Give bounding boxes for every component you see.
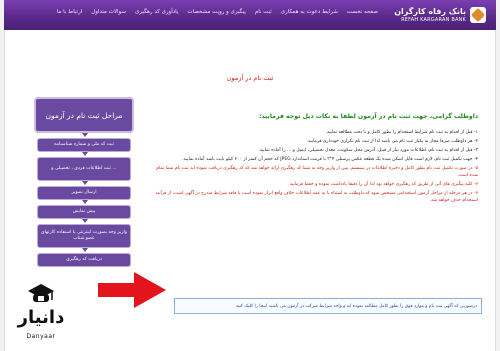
nav-tracking[interactable]: پیگیری و رویت مشخصات bbox=[187, 9, 245, 15]
nav-register[interactable]: ثبت نام bbox=[255, 9, 272, 15]
watermark-text-fa: دانیار bbox=[17, 307, 65, 328]
nav-code-reminder[interactable]: یادآوری کد رهگیری bbox=[135, 9, 178, 15]
step-item: ثبت اطلاعات فردی ، تحصیلی و ... bbox=[37, 157, 131, 181]
page-title: ثبت نام در آزمون bbox=[226, 74, 274, 82]
step-item: واریز وجه بصورت اینترنتی با استفاده کارت… bbox=[37, 224, 131, 248]
logo-text: بانک رفاه کارگران REFAH KARGARAN BANK bbox=[394, 7, 466, 24]
step-arrow-icon bbox=[82, 248, 88, 252]
nav-home[interactable]: صفحه نخست bbox=[347, 9, 378, 15]
step-arrow-icon bbox=[82, 181, 88, 185]
step-item: پیش نمایش bbox=[37, 205, 131, 219]
instruction-rule: ۴- جهت تکمیل ثبت نام، لازم است فایل اسکن… bbox=[182, 157, 478, 163]
steps-heading: مراحل ثبت نام در آزمون bbox=[34, 97, 134, 133]
registration-steps: مراحل ثبت نام در آزمون ثبت کد ملی و شمار… bbox=[34, 97, 134, 287]
nav-conditions[interactable]: شرایط دعوت به همکاری bbox=[281, 9, 338, 15]
nav-faq[interactable]: سوالات متداول bbox=[91, 9, 126, 15]
step-item: دریافت کد رهگیری bbox=[37, 253, 131, 267]
watermark-logo: دانیار Danyaar bbox=[10, 283, 72, 347]
step-arrow-icon bbox=[82, 152, 88, 156]
instruction-rule: ۷- در هر مرحله از مراحل آزمون استخدامی م… bbox=[155, 191, 478, 203]
instruction-rule: ۱- قبل از اقدام به ثبت نام شرایط استخدام… bbox=[325, 130, 478, 135]
step-arrow-icon bbox=[82, 200, 88, 204]
step-arrow-icon bbox=[82, 133, 88, 137]
nav-contact[interactable]: ارتباط با ما bbox=[57, 9, 82, 15]
site-header: بانک رفاه کارگران REFAH KARGARAN BANK صف… bbox=[4, 0, 496, 30]
register-confirm-link[interactable]: درصورتی که آگهی ثبت نام و موارد فوق را ب… bbox=[174, 298, 482, 314]
instruction-rule: ۲- هر داوطلب صرفا مجاز به یکبار ثبت نام … bbox=[306, 139, 478, 145]
page: بانک رفاه کارگران REFAH KARGARAN BANK صف… bbox=[0, 0, 500, 351]
instruction-rule: ۵- در صورت تکمیل ثبت نام بطور کامل و ذخی… bbox=[156, 166, 478, 178]
step-arrow-icon bbox=[82, 219, 88, 223]
step-item: ارسال تصویر bbox=[37, 186, 131, 200]
main-nav: صفحه نخست شرایط دعوت به همکاری ثبت نام پ… bbox=[57, 9, 378, 15]
bank-logo[interactable]: بانک رفاه کارگران REFAH KARGARAN BANK bbox=[394, 3, 486, 27]
red-arrow-icon bbox=[134, 272, 166, 308]
graduation-cap-icon bbox=[28, 284, 54, 302]
instructions: داوطلب گرامی، جهت ثبت نام در آزمون لطفا … bbox=[150, 112, 478, 207]
logo-name-en: REFAH KARGARAN BANK bbox=[401, 16, 466, 23]
step-item: ثبت کد ملی و شماره شناسنامه bbox=[37, 138, 131, 152]
instruction-rule: ۳- قبل از اقدام به ثبت نام، اطلاعات مورد… bbox=[258, 148, 478, 154]
watermark-text-en: Danyaar bbox=[26, 333, 56, 340]
bank-logo-icon bbox=[470, 7, 486, 23]
logo-name-fa: بانک رفاه کارگران bbox=[394, 6, 466, 16]
instructions-intro: داوطلب گرامی، جهت ثبت نام در آزمون لطفا … bbox=[258, 113, 478, 120]
red-arrow-shaft bbox=[98, 283, 136, 297]
instruction-rule: ۶- کلیه پیگیری های آتی از طریق کد رهگیری… bbox=[288, 182, 478, 188]
